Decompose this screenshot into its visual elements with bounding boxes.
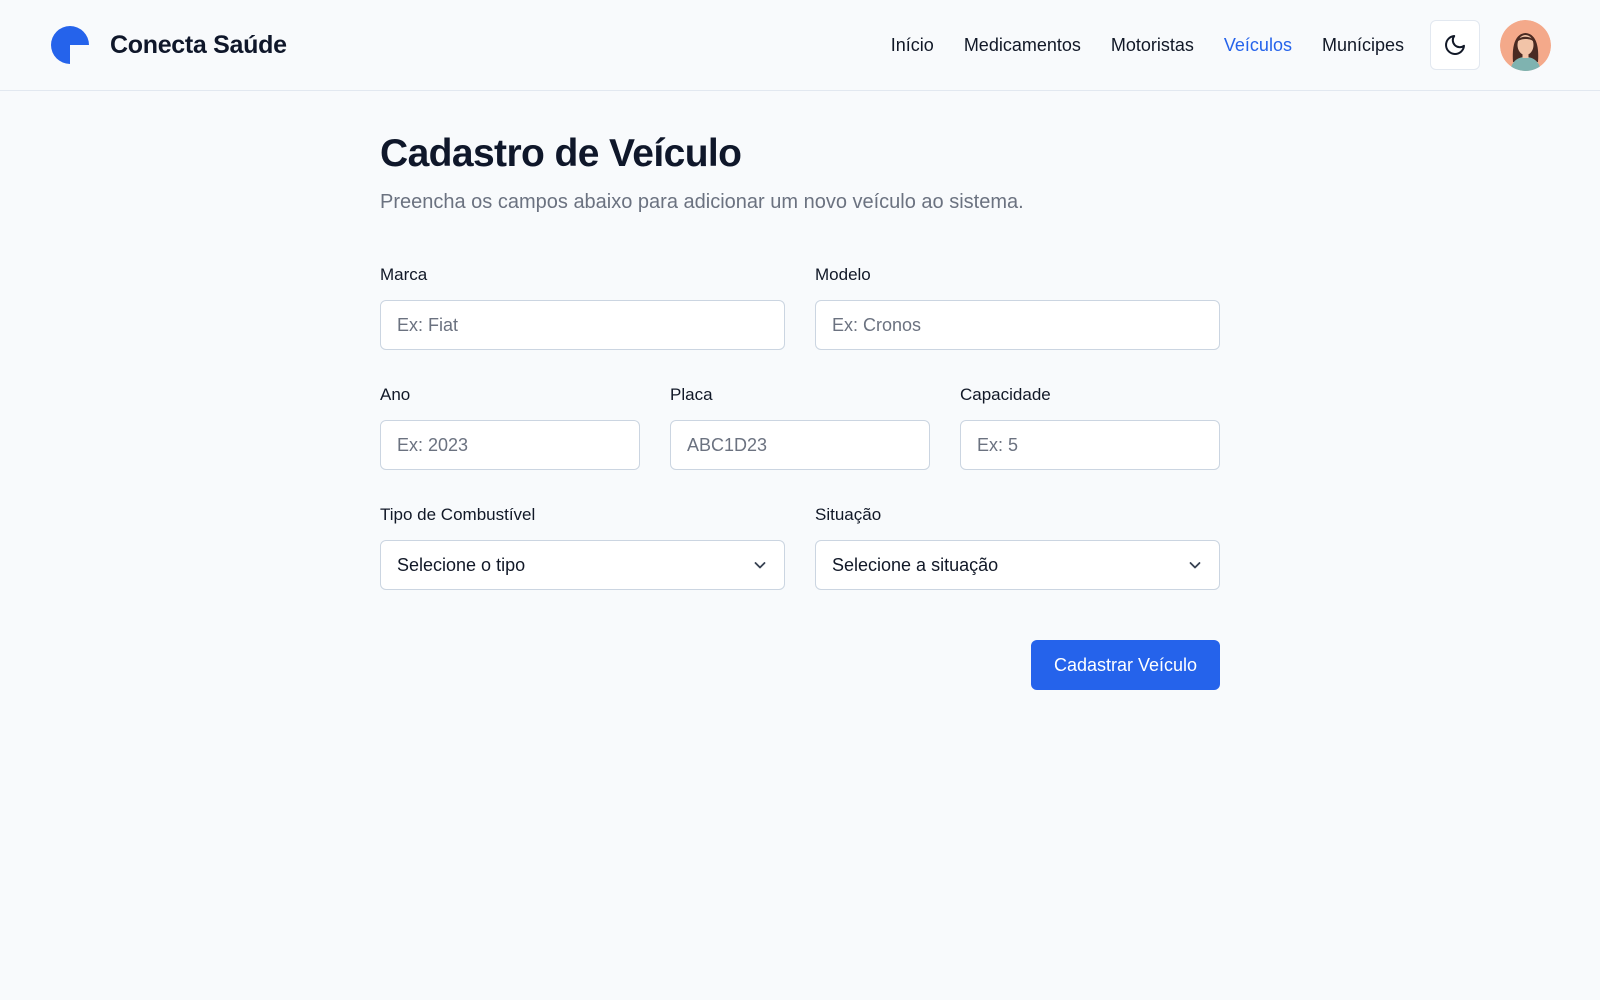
brand-name: Conecta Saúde [110, 30, 287, 59]
combustivel-label: Tipo de Combustível [380, 505, 536, 524]
avatar-image [1500, 20, 1551, 71]
nav-link-veiculos[interactable]: Veículos [1224, 35, 1292, 56]
placa-label: Placa [670, 385, 713, 404]
brand-logo-icon [51, 26, 89, 64]
marca-label: Marca [380, 265, 428, 284]
marca-input[interactable] [380, 300, 785, 350]
nav-link-medicamentos[interactable]: Medicamentos [964, 35, 1081, 56]
ano-label: Ano [380, 385, 411, 404]
field-ano: Ano [380, 384, 640, 470]
field-combustivel: Tipo de Combustível Selecione o tipo [380, 504, 785, 590]
field-placa: Placa [670, 384, 930, 470]
modelo-label: Modelo [815, 265, 871, 284]
theme-toggle-button[interactable] [1430, 20, 1480, 70]
moon-icon [1445, 35, 1465, 55]
field-capacidade: Capacidade [960, 384, 1220, 470]
situacao-selected-value: Selecione a situação [832, 554, 999, 575]
chevron-down-icon [1189, 562, 1201, 569]
nav-link-motoristas[interactable]: Motoristas [1111, 35, 1194, 56]
situacao-label: Situação [815, 505, 882, 524]
form-row-3: Tipo de Combustível Selecione o tipo Sit… [380, 504, 1220, 590]
user-avatar[interactable] [1500, 20, 1551, 71]
field-situacao: Situação Selecione a situação [815, 504, 1220, 590]
capacidade-input[interactable] [960, 420, 1220, 470]
placa-input[interactable] [670, 420, 930, 470]
form-actions: Cadastrar Veículo [380, 590, 1220, 690]
ano-input[interactable] [380, 420, 640, 470]
main-nav: Início Medicamentos Motoristas Veículos … [891, 30, 1404, 60]
chevron-down-icon [754, 562, 766, 569]
submit-vehicle-button[interactable]: Cadastrar Veículo [1031, 640, 1220, 690]
page-subtitle: Preencha os campos abaixo para adicionar… [380, 191, 1024, 213]
field-marca: Marca [380, 264, 785, 350]
combustivel-select[interactable]: Selecione o tipo [380, 540, 785, 590]
field-modelo: Modelo [815, 264, 1220, 350]
form-row-2: Ano Placa Capacidade [380, 384, 1220, 470]
vehicle-registration-form: Cadastro de Veículo Preencha os campos a… [380, 130, 1220, 690]
capacidade-label: Capacidade [960, 385, 1051, 404]
combustivel-selected-value: Selecione o tipo [397, 554, 526, 575]
page-title: Cadastro de Veículo [380, 132, 742, 175]
nav-link-municipes[interactable]: Munícipes [1322, 35, 1404, 56]
brand[interactable]: Conecta Saúde [51, 25, 287, 65]
nav-link-inicio[interactable]: Início [891, 35, 934, 56]
modelo-input[interactable] [815, 300, 1220, 350]
situacao-select[interactable]: Selecione a situação [815, 540, 1220, 590]
form-row-1: Marca Modelo [380, 264, 1220, 350]
top-navigation-bar: Conecta Saúde Início Medicamentos Motori… [0, 0, 1600, 91]
